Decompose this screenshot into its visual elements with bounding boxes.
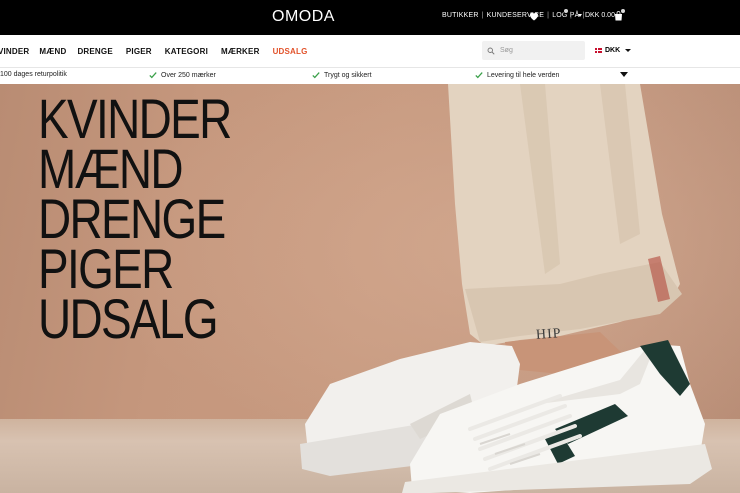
main-nav: KVINDER MÆND DRENGE PIGER KATEGORI MÆRKE…: [0, 35, 740, 68]
hero-link-udsalg[interactable]: UDSALG: [38, 291, 231, 347]
wishlist-count-badge: [563, 8, 569, 14]
nav-item-kvinder[interactable]: KVINDER: [0, 47, 29, 56]
check-icon: [475, 72, 483, 79]
nav-item-piger[interactable]: PIGER: [126, 47, 152, 56]
stores-link[interactable]: BUTIKKER: [442, 12, 479, 19]
usp-item-secure: Trygt og sikkert: [312, 71, 372, 79]
usp-item-brands: Over 250 mærker: [149, 71, 216, 79]
search-icon: [487, 47, 495, 55]
usp-expand-arrow-icon[interactable]: [620, 72, 628, 77]
nav-item-udsalg[interactable]: UDSALG: [273, 47, 308, 56]
top-bar: OMODA BUTIKKER | KUNDESERVICE | LOG PÅ |…: [0, 0, 740, 35]
check-icon: [149, 72, 157, 79]
usp-text: Levering til hele verden: [487, 71, 560, 79]
hero-category-menu: KVINDER MÆND DRENGE PIGER UDSALG: [38, 91, 273, 347]
check-icon: [312, 72, 320, 79]
cart-count-badge: [620, 8, 626, 14]
separator: |: [570, 12, 572, 19]
usp-text: 100 dages returpolitik: [0, 71, 67, 78]
cart-total[interactable]: DKK 0.00: [578, 12, 615, 19]
chevron-down-icon: [625, 49, 632, 52]
category-nav: KVINDER MÆND DRENGE PIGER KATEGORI MÆRKE…: [0, 47, 308, 56]
nav-item-maerker[interactable]: MÆRKER: [221, 47, 260, 56]
usp-item-delivery: Levering til hele verden: [475, 71, 559, 79]
danish-flag-icon: [595, 48, 602, 53]
nav-item-drenge[interactable]: DRENGE: [77, 47, 112, 56]
cart-total-label: DKK 0.00: [585, 12, 615, 19]
search-box[interactable]: [482, 41, 585, 60]
separator: |: [481, 12, 484, 19]
language-label: DKK: [605, 47, 621, 54]
nav-item-maend[interactable]: MÆND: [39, 47, 66, 56]
usp-text: Over 250 mærker: [161, 71, 216, 79]
language-selector[interactable]: DKK: [595, 47, 632, 54]
hero-banner: HIP KVINDER MÆND DRENGE PIGER UDSALG: [0, 84, 740, 493]
shoe-brand-text: HIP: [535, 326, 563, 343]
usp-bar: 100 dages returpolitik Over 250 mærker T…: [0, 68, 740, 84]
search-input[interactable]: [500, 47, 580, 54]
usp-text: Trygt og sikkert: [324, 71, 372, 79]
separator: |: [547, 12, 550, 19]
nav-item-kategori[interactable]: KATEGORI: [165, 47, 208, 56]
omoda-logo[interactable]: OMODA: [272, 8, 335, 26]
usp-item-returns: 100 dages returpolitik: [0, 71, 67, 78]
chevron-down-icon: [578, 14, 582, 17]
heart-icon[interactable]: [528, 10, 540, 22]
